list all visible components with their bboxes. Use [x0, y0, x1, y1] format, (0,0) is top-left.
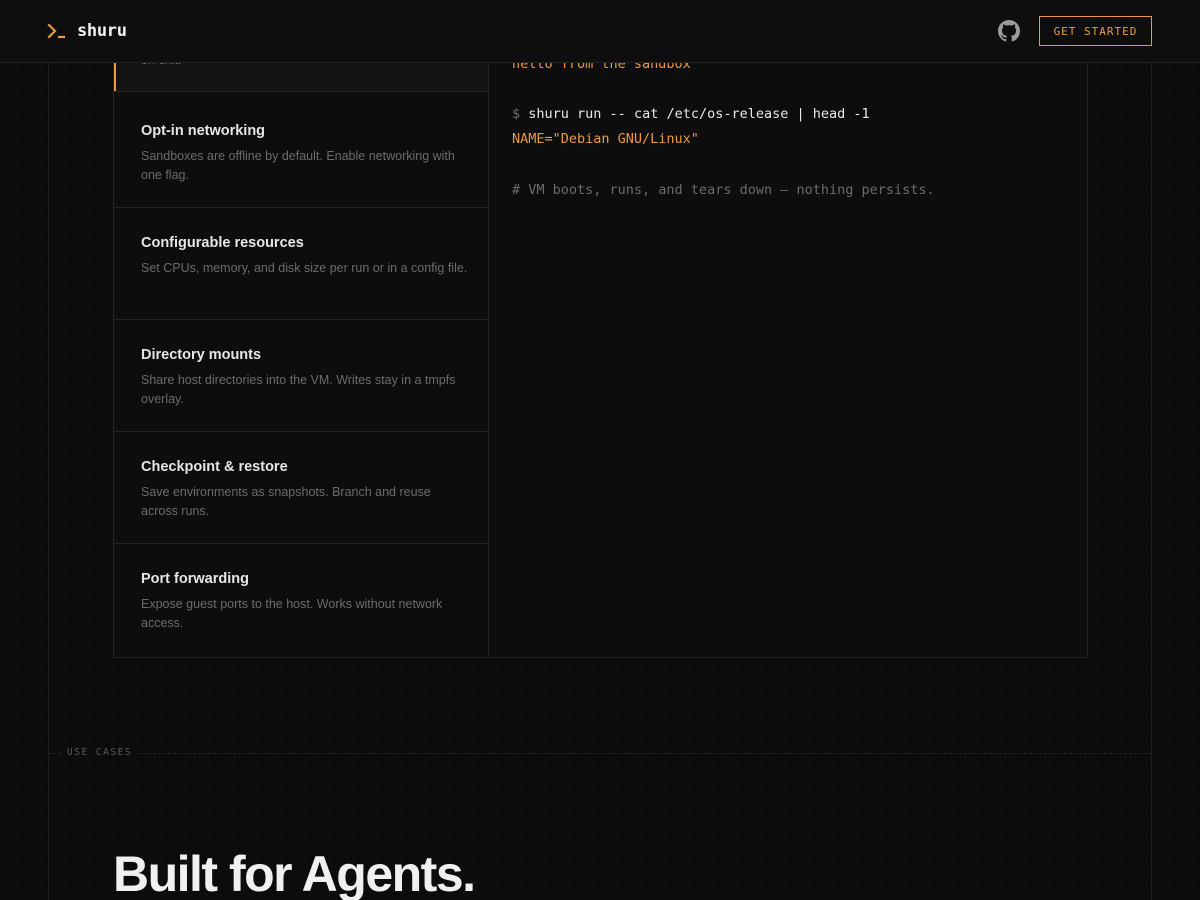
brand-name: shuru: [77, 21, 127, 41]
feature-item-resources[interactable]: Configurable resources Set CPUs, memory,…: [114, 209, 488, 320]
terminal-command-line: $ shuru run -- cat /etc/os-release | hea…: [512, 106, 870, 122]
site-header: shuru GET STARTED: [0, 0, 1200, 63]
feature-desc: Save environments as snapshots. Branch a…: [141, 485, 431, 518]
feature-title: Checkpoint & restore: [141, 459, 288, 475]
terminal-output: hello from the sandbox $ shuru run -- ca…: [489, 0, 1087, 657]
terminal-prompt: $: [512, 106, 521, 122]
brand-logo[interactable]: shuru: [47, 18, 127, 44]
section-headline: Built for Agents.: [113, 846, 476, 900]
terminal-prompt-icon: [47, 23, 65, 39]
feature-title: Configurable resources: [141, 235, 304, 251]
github-icon[interactable]: [998, 20, 1020, 42]
frame-left-rule: [48, 0, 49, 900]
feature-title: Opt-in networking: [141, 123, 266, 139]
terminal-output-line: NAME="Debian GNU/Linux": [512, 131, 699, 147]
feature-desc: Sandboxes are offline by default. Enable…: [141, 149, 455, 182]
feature-desc: Set CPUs, memory, and disk size per run …: [141, 261, 468, 275]
terminal-comment: # VM boots, runs, and tears down — nothi…: [512, 182, 935, 198]
feature-desc: Expose guest ports to the host. Works wi…: [141, 597, 443, 630]
frame-right-rule: [1151, 0, 1152, 900]
features-panel: on exit. Opt-in networking Sandboxes are…: [113, 0, 1088, 658]
feature-title: Port forwarding: [141, 571, 249, 587]
page: on exit. Opt-in networking Sandboxes are…: [0, 0, 1200, 900]
feature-item-mounts[interactable]: Directory mounts Share host directories …: [114, 321, 488, 432]
feature-item-checkpoint[interactable]: Checkpoint & restore Save environments a…: [114, 433, 488, 544]
section-divider: [48, 753, 1152, 754]
feature-list: on exit. Opt-in networking Sandboxes are…: [114, 0, 489, 657]
feature-title: Directory mounts: [141, 347, 262, 363]
feature-desc: Share host directories into the VM. Writ…: [141, 373, 456, 406]
feature-item-networking[interactable]: Opt-in networking Sandboxes are offline …: [114, 97, 488, 208]
get-started-button[interactable]: GET STARTED: [1039, 16, 1152, 46]
feature-item-port-forwarding[interactable]: Port forwarding Expose guest ports to th…: [114, 545, 488, 656]
terminal-command: shuru run -- cat /etc/os-release | head …: [528, 106, 870, 122]
section-label: USE CASES: [61, 747, 138, 758]
